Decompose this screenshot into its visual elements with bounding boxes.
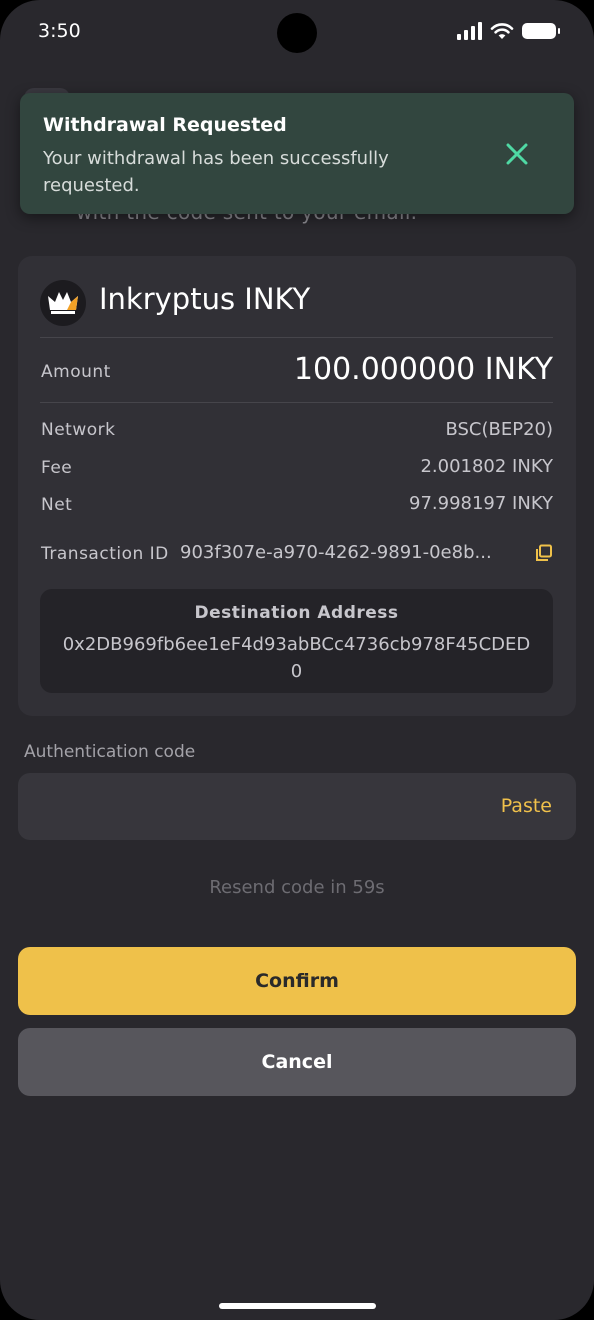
wifi-icon: [490, 23, 514, 39]
toast-message: Your withdrawal has been successfully re…: [43, 148, 389, 196]
copy-icon[interactable]: [535, 544, 553, 562]
network-value: BSC(BEP20): [445, 419, 553, 440]
divider: [40, 402, 553, 403]
success-toast: Withdrawal Requested Your withdrawal has…: [20, 93, 574, 214]
net-label: Net: [41, 495, 73, 515]
camera-cutout: [277, 13, 317, 53]
paste-button[interactable]: Paste: [501, 795, 552, 817]
token-name: Inkryptus INKY: [99, 282, 311, 316]
fee-value: 2.001802 INKY: [420, 456, 553, 477]
destination-title: Destination Address: [194, 603, 399, 623]
cancel-button[interactable]: Cancel: [18, 1028, 576, 1096]
amount-label: Amount: [41, 362, 111, 382]
destination-address-box: Destination Address 0x2DB969fb6ee1eF4d93…: [40, 589, 553, 693]
status-icons: [457, 22, 560, 40]
close-icon[interactable]: [504, 141, 530, 167]
amount-value: 100.000000 INKY: [293, 352, 553, 387]
home-indicator[interactable]: [219, 1303, 376, 1309]
crown-logo-icon: [40, 280, 86, 326]
auth-code-field: Paste: [18, 773, 576, 842]
resend-code-text: Resend code in 59s: [209, 877, 385, 898]
battery-icon: [522, 23, 560, 39]
cellular-signal-icon: [457, 22, 482, 40]
net-value: 97.998197 INKY: [409, 493, 553, 514]
status-time: 3:50: [38, 20, 81, 42]
toast-title: Withdrawal Requested: [43, 114, 287, 136]
network-label: Network: [41, 420, 116, 440]
destination-address: 0x2DB969fb6ee1eF4d93abBCc4736cb978F45CDE…: [62, 634, 531, 682]
auth-code-label: Authentication code: [24, 742, 196, 762]
confirm-button[interactable]: Confirm: [18, 947, 576, 1015]
phone-screen: 3:50 with the code sent to your email. W…: [0, 0, 594, 1320]
auth-code-input[interactable]: [36, 773, 480, 842]
transaction-id-value: 903f307e-a970-4262-9891-0e8b...: [180, 542, 492, 563]
divider: [40, 337, 553, 338]
withdrawal-details-card: Inkryptus INKY Amount 100.000000 INKY Ne…: [18, 256, 576, 716]
transaction-id-label: Transaction ID: [41, 544, 169, 564]
fee-label: Fee: [41, 458, 73, 478]
